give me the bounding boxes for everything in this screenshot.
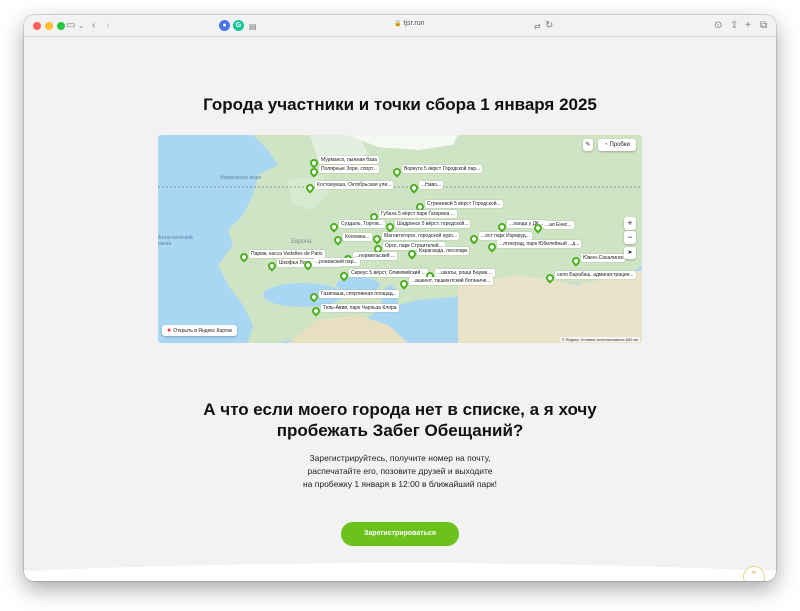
- minimize-window-button[interactable]: [45, 22, 53, 30]
- pin-label: ...ронежский пар...: [313, 258, 360, 266]
- forward-icon[interactable]: ›: [106, 19, 109, 33]
- pin-label: Мурманск, лыжная база: [319, 156, 379, 164]
- sidebar-icon[interactable]: ▭: [66, 19, 75, 33]
- pin-label: Газипаша, спортивная площад...: [319, 290, 399, 298]
- scroll-to-top-button[interactable]: ⌃: [743, 566, 765, 581]
- region-label: Норвежское море: [220, 175, 262, 181]
- zoom-in-button[interactable]: +: [624, 217, 636, 230]
- open-in-yandex-label: Открыть в Яндекс Картах: [173, 328, 233, 334]
- tab-icon[interactable]: ▤: [249, 20, 257, 34]
- pin-label: Костомукша, Октябрьская ули...: [315, 181, 394, 189]
- pin-label: ...шкаты, роща Баума ...: [435, 269, 495, 277]
- geolocation-icon[interactable]: ➤: [624, 247, 636, 259]
- pin-label: Магнитогорск, городской куро...: [382, 232, 460, 240]
- pin-label: Стрежевой 5 вёрст Городской...: [425, 200, 503, 208]
- pin-label: Париж, касса Vedettes de Paris: [249, 250, 325, 258]
- share-icon[interactable]: ⇪: [730, 19, 738, 33]
- section-title: Города участники и точки сбора 1 января …: [203, 95, 597, 114]
- back-icon[interactable]: ‹: [92, 19, 95, 33]
- ruler-icon[interactable]: ✎: [583, 139, 593, 151]
- footer-wave: [24, 563, 776, 581]
- shield-icon[interactable]: ●: [219, 20, 230, 31]
- map-copyright: © Яндекс Условия использования 800 км: [559, 337, 640, 342]
- reload-icon[interactable]: ↻: [545, 19, 553, 33]
- description-line: Зарегистрируйтесь, получите номер на поч…: [309, 453, 491, 463]
- download-icon[interactable]: ⊙: [714, 19, 722, 33]
- zoom-out-button[interactable]: −: [624, 231, 636, 244]
- pin-label: ...лгинград, парк Юбилейный ...д...: [497, 240, 582, 248]
- register-button[interactable]: Зарегистрироваться: [341, 522, 459, 546]
- question-title: А что если моего города нет в списке, а …: [24, 399, 776, 441]
- page-content: Города участники и точки сбора 1 января …: [24, 37, 776, 581]
- region-label: Европа: [291, 239, 312, 245]
- description-line: на пробежку 1 января в 12:00 в ближайший…: [302, 479, 498, 489]
- pin-label: ...Наво...: [419, 181, 444, 189]
- browser-toolbar: ▭ ⌄ ‹ › ● G ▤ 🔒 tjsr.run ⇄ ↻ ⊙ ⇪ + ⧉: [24, 15, 776, 37]
- url-text: tjsr.run: [403, 20, 425, 27]
- maximize-window-button[interactable]: [57, 22, 65, 30]
- pin-label: Сириус 5 вёрст, Олимпийский ...: [349, 269, 428, 277]
- pin-label: Тель-Авив, парк Чарльза Клора: [321, 304, 399, 312]
- pin-label: ...ашкент, ташкентский ботаниче...: [409, 277, 493, 285]
- pin-label: Южно-Сахалинск: [581, 254, 626, 262]
- pin-label: Шадринск 5 вёрст, городской...: [395, 220, 471, 228]
- traffic-label: Пробки: [609, 142, 630, 148]
- pin-label: Воркута 5 вёрст Городской пар...: [402, 165, 483, 173]
- pin-label: Губаха 5 вёрст парк Гагарина ...: [379, 210, 457, 218]
- question-line: А что если моего города нет в списке, а …: [203, 400, 597, 419]
- close-window-button[interactable]: [33, 22, 41, 30]
- pin-label: ...ост парк Изумруд...: [479, 232, 532, 240]
- question-line: пробежать Забег Обещаний?: [276, 421, 524, 440]
- translate-icon[interactable]: ⇄: [534, 20, 541, 34]
- lock-icon: 🔒: [394, 21, 402, 27]
- traffic-button[interactable]: ◔ Пробки: [598, 139, 636, 151]
- description: Зарегистрируйтесь, получите номер на поч…: [24, 452, 776, 491]
- pin-label: Караганда, лесопарк: [417, 247, 470, 255]
- open-in-yandex-maps-button[interactable]: ● Открыть в Яндекс Картах: [162, 325, 238, 336]
- new-tab-icon[interactable]: +: [745, 19, 751, 33]
- chevron-down-icon[interactable]: ⌄: [78, 20, 84, 34]
- pin-label: Коломна...: [343, 233, 372, 241]
- chevron-up-icon: ⌃: [749, 570, 759, 581]
- tabs-icon[interactable]: ⧉: [760, 19, 767, 33]
- grammarly-icon[interactable]: G: [233, 20, 244, 31]
- pin-label: Суздаль, Торгов...: [339, 220, 385, 228]
- address-bar[interactable]: 🔒 tjsr.run: [394, 20, 425, 27]
- yandex-map[interactable]: Норвежское море Атлантический океан Евро…: [158, 135, 642, 343]
- pin-label: Полярные Зори, спорт...: [319, 165, 379, 173]
- pin-label: село Барабаш, администрация...: [555, 271, 636, 279]
- browser-window: ▭ ⌄ ‹ › ● G ▤ 🔒 tjsr.run ⇄ ↻ ⊙ ⇪ + ⧉ Горо…: [24, 15, 776, 581]
- pin-label: ...ая Енис...: [543, 221, 574, 229]
- description-line: распечатайте его, позовите друзей и выхо…: [307, 466, 493, 476]
- region-label: Атлантический океан: [158, 235, 193, 247]
- yandex-pin-icon: ●: [167, 327, 172, 334]
